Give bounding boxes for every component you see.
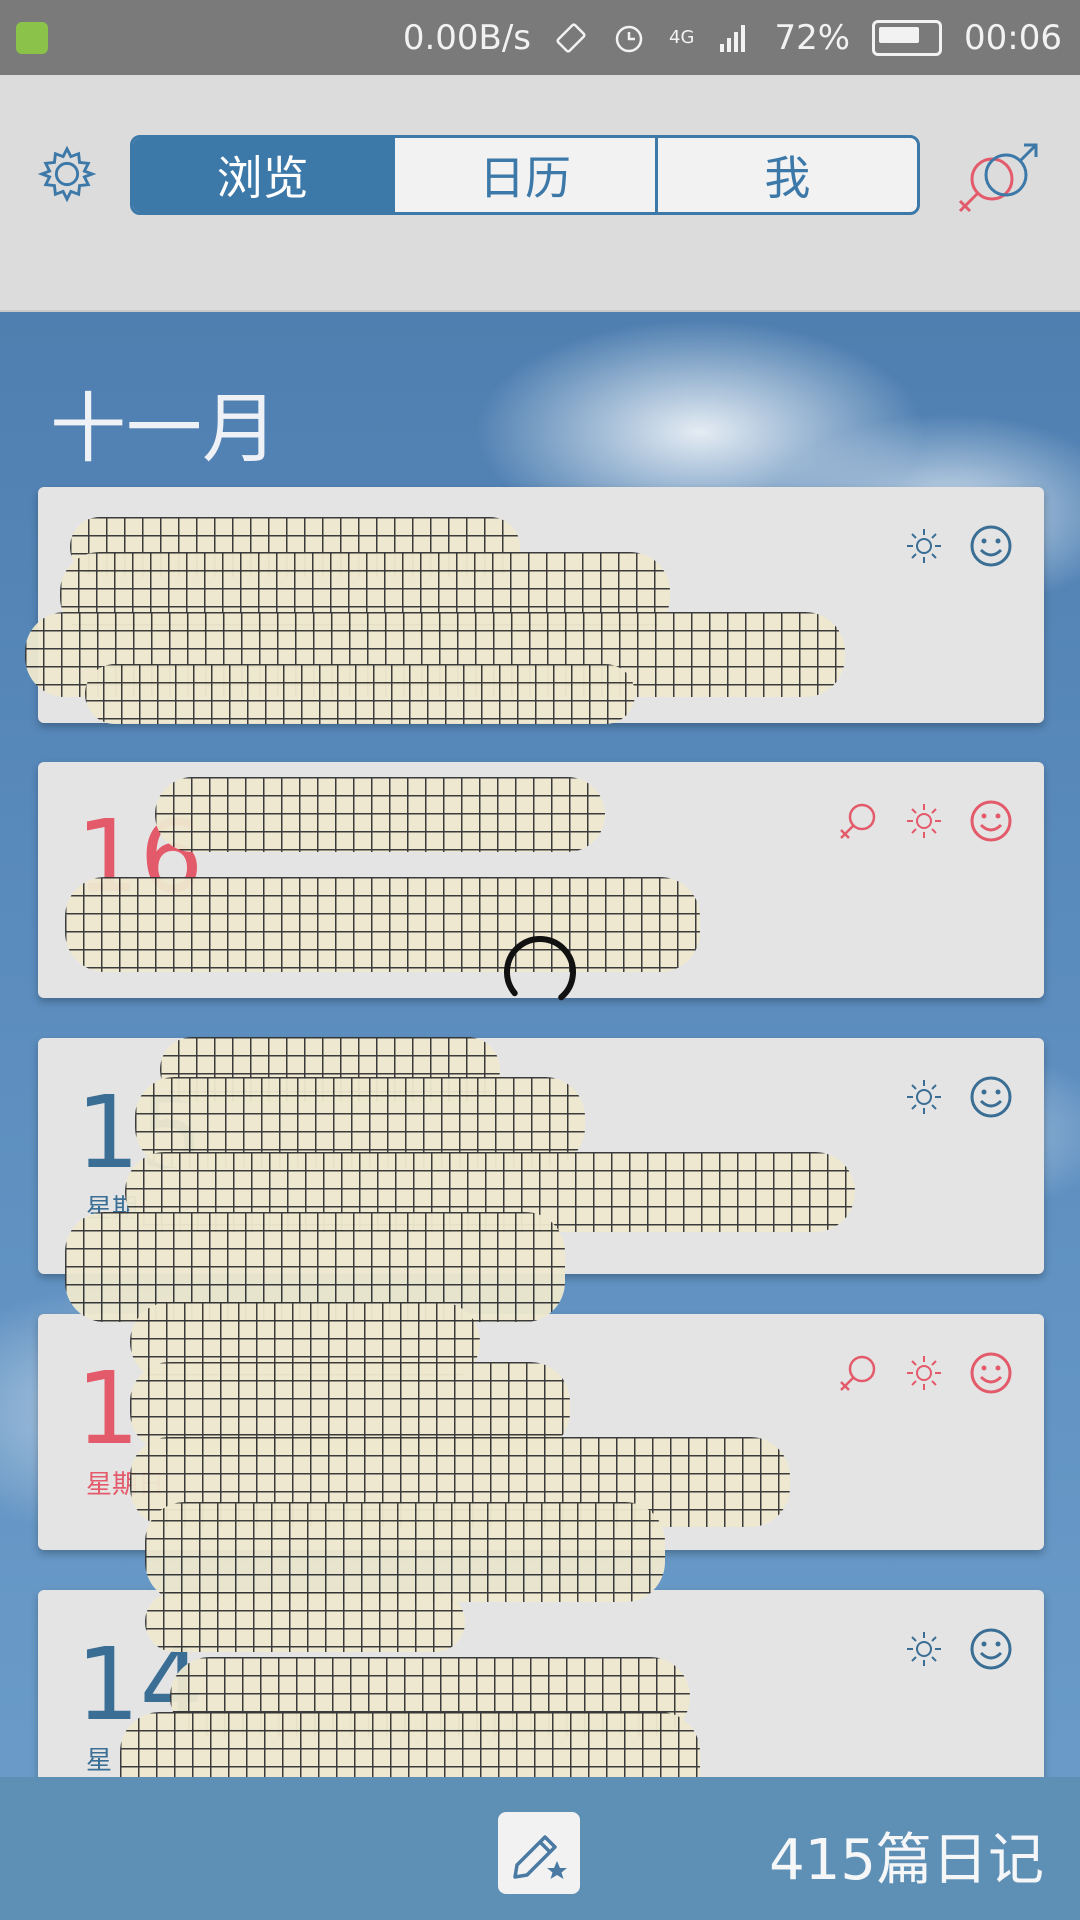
redaction-overlay [85, 664, 635, 724]
sun-icon [907, 804, 941, 838]
month-heading: 十一月 [50, 384, 278, 473]
smile-icon [970, 525, 1012, 567]
alarm-icon [615, 25, 643, 52]
entry-icons [836, 1350, 1014, 1396]
redaction-overlay [120, 1712, 700, 1777]
app-notification-icon [16, 22, 48, 54]
smile-icon [970, 1628, 1012, 1670]
sun-icon [907, 1632, 941, 1666]
status-right-group: 0.00B/s 4G 72% 00:06 [403, 0, 1062, 75]
redaction-overlay [145, 1592, 465, 1652]
entry-icons [904, 1626, 1014, 1672]
pencil-star-icon [513, 1835, 567, 1879]
sun-icon [907, 529, 941, 563]
tab-browse[interactable]: 浏览 [133, 138, 396, 212]
redaction-overlay [155, 777, 605, 852]
tab-me[interactable]: 我 [658, 138, 917, 212]
smile-icon [970, 800, 1012, 842]
gender-icon[interactable] [950, 137, 1042, 225]
female-icon [840, 803, 876, 839]
network-type: 4G [669, 26, 695, 48]
smile-icon [970, 1352, 1012, 1394]
signal-icon [720, 24, 746, 52]
battery-percent: 72% [774, 17, 851, 58]
clock: 00:06 [964, 17, 1062, 58]
entry-icons [836, 798, 1014, 844]
status-bar: 0.00B/s 4G 72% 00:06 [0, 0, 1080, 75]
smile-icon [970, 1076, 1012, 1118]
redaction-overlay [65, 877, 700, 972]
entry-icons [904, 1074, 1014, 1120]
gear-icon[interactable] [38, 145, 96, 203]
battery-icon [872, 19, 943, 56]
entry-weekday: 星 [86, 1746, 113, 1776]
sun-icon [907, 1080, 941, 1114]
loading-spinner-icon [504, 936, 576, 1001]
view-tabs: 浏览 日历 我 [130, 135, 920, 215]
diary-list[interactable]: 十一月 16 星期 1 星期日 14 星 [0, 312, 1080, 1777]
compose-diary-button[interactable] [498, 1812, 580, 1894]
network-speed: 0.00B/s [402, 17, 532, 58]
tab-calendar[interactable]: 日历 [395, 138, 658, 212]
entry-icons [904, 523, 1014, 569]
rotation-icon [556, 22, 586, 53]
diary-count: 415篇日记 [769, 1828, 1044, 1893]
sun-icon [907, 1356, 941, 1390]
female-icon [840, 1355, 876, 1391]
redaction-overlay [145, 1502, 665, 1602]
app-header: 浏览 日历 我 [0, 75, 1080, 312]
bottom-bar: 415篇日记 [0, 1777, 1080, 1920]
